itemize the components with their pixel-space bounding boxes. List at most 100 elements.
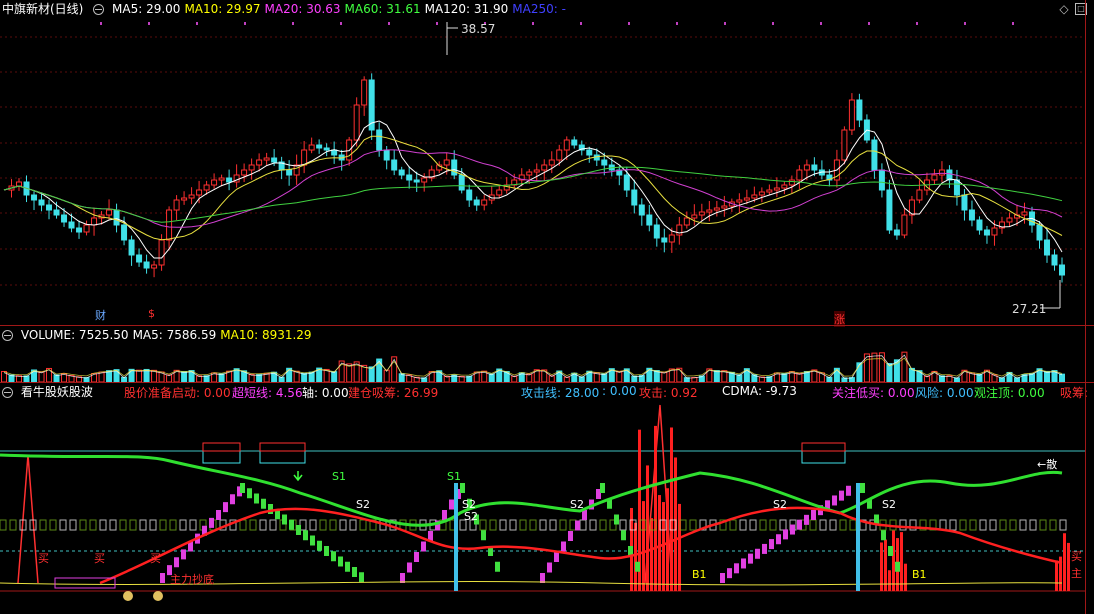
mid-block xyxy=(1039,519,1047,531)
volume-bar xyxy=(503,371,510,382)
indicator-label-2: 轴: 0.00 xyxy=(302,386,349,400)
volume-bar xyxy=(218,373,225,382)
finance-marker[interactable]: 财 xyxy=(95,307,106,323)
mid-block xyxy=(189,519,197,531)
indicator-title: 看牛股妖股波 xyxy=(20,385,93,399)
mid-block xyxy=(489,519,497,531)
candle-body xyxy=(203,184,210,191)
mid-block xyxy=(69,519,77,531)
chart-annotation-13: 买 xyxy=(38,552,49,565)
candle-body xyxy=(61,214,68,223)
candle-body xyxy=(991,227,998,236)
down-arrow-icon xyxy=(293,471,303,482)
mid-block xyxy=(1059,519,1067,531)
wave-step xyxy=(614,514,619,525)
mid-block xyxy=(729,519,737,531)
candle-body xyxy=(1051,254,1058,266)
wave-step xyxy=(540,573,545,583)
chart-annotation-6: S2 xyxy=(882,498,896,511)
candle-body xyxy=(661,237,668,243)
candle-body xyxy=(46,204,53,211)
candle-body xyxy=(308,144,315,151)
wave-step xyxy=(338,556,343,567)
volume-bar xyxy=(368,366,375,382)
candle-body xyxy=(241,169,248,176)
candle-body xyxy=(893,229,900,236)
wave-step xyxy=(621,530,626,541)
volume-bar xyxy=(391,356,398,382)
wave-step xyxy=(762,543,767,554)
candle-body xyxy=(256,159,263,166)
candle-body xyxy=(181,197,188,201)
candle-body xyxy=(781,184,788,189)
indicator-label-6: 攻击: 0.92 xyxy=(639,386,698,400)
volume-bar xyxy=(796,372,803,382)
volume-bar xyxy=(331,371,338,382)
volume-bar xyxy=(976,373,983,382)
wave-step xyxy=(414,552,419,562)
mid-block xyxy=(269,519,277,531)
wave-step xyxy=(888,546,893,556)
volume-bar xyxy=(143,368,150,382)
candle-body xyxy=(271,157,278,163)
mid-block xyxy=(0,519,7,531)
indicator-panel[interactable]: 看牛股妖股波 股价准备启动: 0.00 超短线: 4.56 轴: 0.00 建仓吸筹:… xyxy=(0,383,1094,614)
chart-annotation-2: S2 xyxy=(356,498,370,511)
indicator-label-5: : 0.00 xyxy=(602,384,637,398)
signal-dot xyxy=(772,22,774,25)
mid-block xyxy=(839,519,847,531)
wave-step xyxy=(881,530,886,541)
volume-chart[interactable] xyxy=(0,326,1094,382)
wave-step xyxy=(734,563,739,574)
mid-block xyxy=(79,519,87,531)
candle-body xyxy=(773,187,780,191)
signal-dot xyxy=(292,22,294,25)
wave-step xyxy=(832,495,837,506)
accumulation-bar xyxy=(884,539,887,591)
spike-line xyxy=(17,454,39,584)
accumulation-bar xyxy=(904,563,907,591)
wave-step xyxy=(230,494,235,505)
chart-annotation-7: S2 xyxy=(464,510,478,523)
candle-body xyxy=(586,149,593,156)
volume-panel[interactable]: VOLUME: 7525.50 MA5: 7586.59 MA10: 8931.29 xyxy=(0,326,1094,382)
mid-block xyxy=(619,519,627,531)
candle-body xyxy=(646,214,653,226)
candle-body xyxy=(301,149,308,166)
mid-block xyxy=(159,519,167,531)
accumulation-bar xyxy=(662,502,665,591)
candlestick-chart[interactable] xyxy=(0,0,1094,325)
candle-body xyxy=(848,99,855,131)
wave-step xyxy=(449,499,454,510)
indicator-label-8: 关注低买: 0.00 xyxy=(832,386,915,400)
candle-body xyxy=(623,174,630,191)
indicator-chart[interactable] xyxy=(0,383,1094,614)
candle-body xyxy=(901,214,908,236)
wave-step xyxy=(261,498,266,509)
candle-body xyxy=(113,209,120,226)
wave-step xyxy=(575,520,580,531)
volume-bar xyxy=(1059,373,1065,382)
wave-step xyxy=(331,551,336,562)
wave-step xyxy=(561,541,566,552)
mid-block xyxy=(1019,519,1027,531)
accumulation-bar xyxy=(888,570,891,591)
wave-step xyxy=(748,553,753,564)
accumulation-bar xyxy=(892,530,895,591)
candle-body xyxy=(691,214,698,219)
signal-dot xyxy=(340,22,342,25)
candle-body xyxy=(421,177,428,183)
candle-body xyxy=(263,157,270,161)
candle-body xyxy=(211,179,218,186)
accumulation-bar xyxy=(1067,542,1070,591)
dividend-marker[interactable]: $ xyxy=(148,307,155,320)
price-panel[interactable]: 中旗新材(日线) MA5: 29.00 MA10: 29.97 MA20: 30.6… xyxy=(0,0,1094,327)
candle-body xyxy=(136,254,143,263)
mid-block xyxy=(99,519,107,531)
mid-block xyxy=(809,519,817,531)
accumulation-bar xyxy=(634,522,637,591)
wave-step xyxy=(317,540,322,551)
accumulation-bar xyxy=(1055,560,1058,591)
volume-bar xyxy=(713,370,720,382)
collapse-icon[interactable] xyxy=(2,387,13,398)
